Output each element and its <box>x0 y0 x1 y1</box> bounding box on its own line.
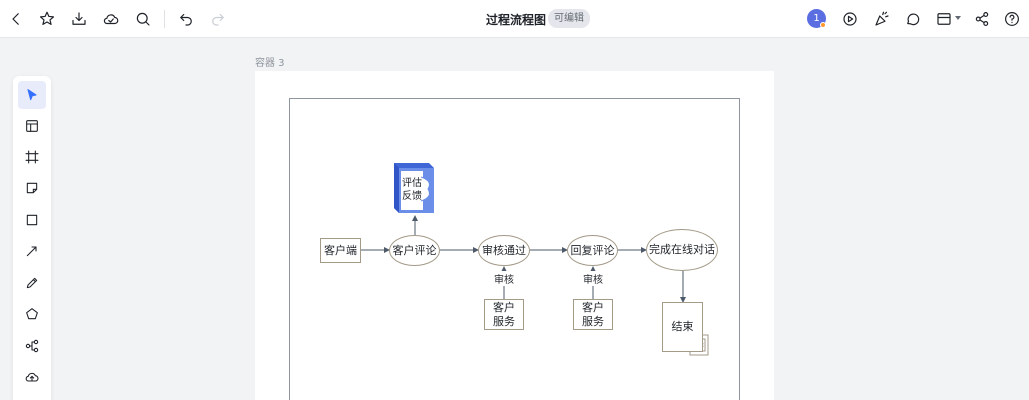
undo-icon[interactable] <box>174 7 198 31</box>
star-icon[interactable] <box>35 7 59 31</box>
mindmap-tool-icon[interactable] <box>18 332 46 360</box>
node-complete[interactable]: 完成在线对话 <box>646 229 718 271</box>
help-icon[interactable] <box>1000 7 1024 31</box>
node-reply[interactable]: 回复评论 <box>567 235 618 266</box>
download-icon[interactable] <box>67 7 91 31</box>
select-tool-icon[interactable] <box>18 81 46 109</box>
editable-badge: 可编辑 <box>548 9 590 28</box>
node-review[interactable]: 客户评论 <box>389 235 440 266</box>
share-icon[interactable] <box>970 7 994 31</box>
left-toolbar <box>13 76 51 400</box>
edge-label-audit-1: 审核 <box>492 271 516 286</box>
play-icon[interactable] <box>838 7 862 31</box>
back-icon[interactable] <box>4 7 28 31</box>
presence-dot <box>820 22 826 28</box>
template-tool-icon[interactable] <box>18 112 46 140</box>
search-icon[interactable] <box>131 7 155 31</box>
feedback-label-line2: 反馈 <box>402 190 422 202</box>
layout-icon[interactable] <box>932 7 956 31</box>
document-title[interactable]: 过程流程图 <box>486 11 546 28</box>
node-end[interactable]: 结束 <box>662 302 703 352</box>
pen-tool-icon[interactable] <box>18 269 46 297</box>
upload-tool-icon[interactable] <box>18 363 46 391</box>
comment-icon[interactable] <box>901 7 925 31</box>
polygon-tool-icon[interactable] <box>18 300 46 328</box>
celebrate-icon[interactable] <box>870 7 894 31</box>
sticky-note-tool-icon[interactable] <box>18 174 46 202</box>
edge-label-audit-2: 审核 <box>581 271 605 286</box>
node-feedback[interactable]: 评估 反馈 <box>402 178 422 203</box>
cloud-icon[interactable] <box>99 7 123 31</box>
node-approved[interactable]: 审核通过 <box>478 235 530 266</box>
feedback-label-line1: 评估 <box>402 178 422 189</box>
frame-tool-icon[interactable] <box>18 143 46 171</box>
top-bar: 过程流程图 可编辑 1 <box>0 0 1029 38</box>
node-service-2[interactable]: 客户服务 <box>573 299 613 330</box>
container-label[interactable]: 容器 3 <box>255 54 285 69</box>
toolbar-divider <box>164 10 165 28</box>
chevron-down-icon[interactable] <box>955 16 961 20</box>
rectangle-tool-icon[interactable] <box>18 206 46 234</box>
arrow-tool-icon[interactable] <box>18 237 46 265</box>
node-service-1[interactable]: 客户服务 <box>484 299 524 330</box>
redo-icon[interactable] <box>206 7 230 31</box>
node-client[interactable]: 客户端 <box>320 238 361 263</box>
